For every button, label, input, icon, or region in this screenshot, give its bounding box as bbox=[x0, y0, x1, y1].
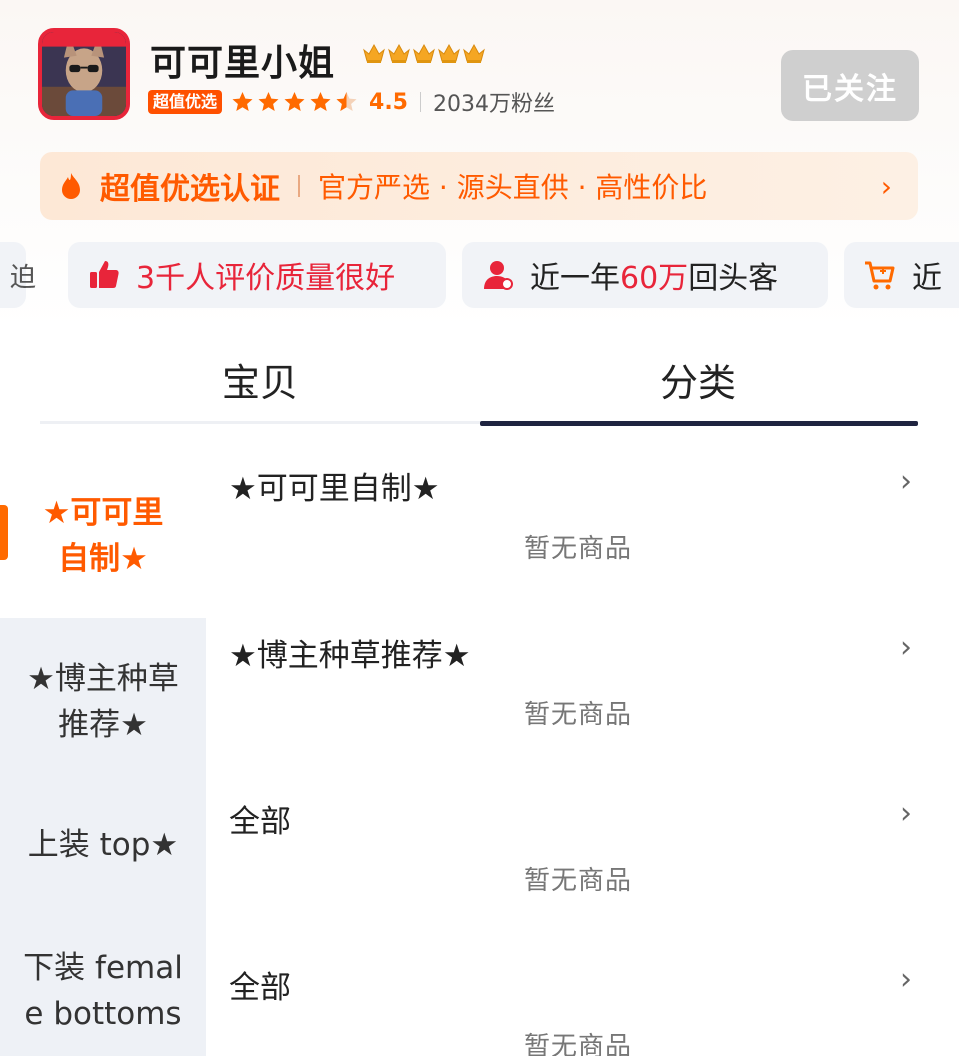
chip-returning-highlight: 60万 bbox=[620, 261, 689, 296]
shop-avatar[interactable] bbox=[38, 28, 130, 120]
highlight-chip-reviews[interactable]: 3千人评价 质量很好 bbox=[68, 242, 446, 308]
category-empty-text: 暂无商品 bbox=[524, 700, 633, 730]
chip-returning-suffix: 回头客 bbox=[688, 261, 779, 296]
highlight-chip-partial[interactable]: 迫 bbox=[0, 242, 36, 308]
certification-banner[interactable]: 超值优选认证 官方严选 · 源头直供 · 高性价比 › bbox=[40, 152, 918, 220]
chip-reviews-highlight: 质量很好 bbox=[275, 261, 396, 296]
star-icon bbox=[258, 92, 279, 111]
sidebar-item-line2: e bottoms bbox=[24, 996, 182, 1032]
sidebar-active-indicator bbox=[0, 505, 8, 560]
sidebar-item-tops[interactable]: 上装 top★ bbox=[10, 822, 196, 868]
category-title[interactable]: ★博主种草推荐★ bbox=[229, 630, 471, 675]
sidebar-item-keke-made[interactable]: ★可可里 自制★ bbox=[10, 490, 196, 582]
category-title[interactable]: 全部 bbox=[229, 796, 291, 841]
crown-icon bbox=[363, 43, 385, 63]
crown-icon bbox=[438, 43, 460, 63]
category-empty-text: 暂无商品 bbox=[524, 866, 633, 896]
sidebar-item-line1: ★可可里 bbox=[42, 495, 164, 531]
chevron-right-icon[interactable]: › bbox=[900, 630, 912, 665]
highlight-chip-partial-right[interactable]: 近 bbox=[844, 242, 959, 308]
category-title[interactable]: 全部 bbox=[229, 962, 291, 1007]
star-icon bbox=[310, 92, 331, 111]
tab-categories[interactable]: 分类 bbox=[660, 352, 736, 407]
user-icon bbox=[484, 261, 513, 290]
tab-active-indicator bbox=[480, 421, 918, 426]
sidebar-item-line2: 推荐★ bbox=[58, 707, 148, 743]
tab-items[interactable]: 宝贝 bbox=[222, 352, 298, 407]
crown-icon bbox=[413, 43, 435, 63]
star-icon bbox=[232, 92, 253, 111]
shop-meta-row: 超值优选 4.5 2034万粉丝 bbox=[148, 88, 555, 117]
follow-button[interactable]: 已关注 bbox=[781, 50, 919, 121]
chevron-right-icon: › bbox=[880, 170, 892, 203]
highlight-chip-returning[interactable]: 近一年 60万 回头客 bbox=[462, 242, 828, 308]
shop-name: 可可里小姐 bbox=[150, 43, 336, 84]
category-empty-text: 暂无商品 bbox=[524, 1032, 633, 1056]
fans-count: 2034万粉丝 bbox=[433, 92, 555, 117]
category-title[interactable]: ★可可里自制★ bbox=[229, 463, 440, 508]
thumbs-up-icon bbox=[90, 261, 119, 288]
chip-partial-right-text: 近 bbox=[912, 261, 942, 296]
cart-icon bbox=[865, 261, 895, 290]
sidebar-item-line2: 自制★ bbox=[58, 541, 148, 577]
sidebar-item-line1: ★博主种草 bbox=[27, 661, 179, 697]
certification-title: 超值优选认证 bbox=[100, 172, 280, 207]
chevron-right-icon[interactable]: › bbox=[900, 962, 912, 997]
avatar-image bbox=[42, 32, 126, 116]
shop-level-crowns bbox=[362, 42, 486, 64]
chevron-right-icon[interactable]: › bbox=[900, 796, 912, 831]
sidebar-item-line1: 下装 femal bbox=[23, 950, 183, 986]
chip-partial-text: 迫 bbox=[10, 262, 37, 293]
sidebar-item-bottoms[interactable]: 下装 femal e bottoms bbox=[10, 945, 196, 1037]
crown-icon bbox=[388, 43, 410, 63]
rating-value: 4.5 bbox=[369, 89, 408, 115]
sidebar-item-blogger-picks[interactable]: ★博主种草 推荐★ bbox=[10, 656, 196, 748]
category-empty-text: 暂无商品 bbox=[524, 534, 633, 564]
chip-returning-prefix: 近一年 bbox=[530, 261, 620, 296]
sidebar-item-line1: 上装 top★ bbox=[27, 827, 179, 863]
star-icon bbox=[284, 92, 305, 111]
value-badge: 超值优选 bbox=[148, 90, 223, 114]
chevron-right-icon[interactable]: › bbox=[900, 464, 912, 499]
flame-icon bbox=[62, 173, 80, 199]
chip-reviews-count: 3千人评价 bbox=[136, 261, 276, 296]
rating-stars bbox=[230, 90, 359, 114]
meta-divider bbox=[420, 92, 421, 112]
half-star-icon bbox=[336, 92, 357, 111]
certification-description: 官方严选 · 源头直供 · 高性价比 bbox=[318, 171, 708, 204]
certification-separator bbox=[298, 175, 300, 197]
crown-icon bbox=[463, 43, 485, 63]
